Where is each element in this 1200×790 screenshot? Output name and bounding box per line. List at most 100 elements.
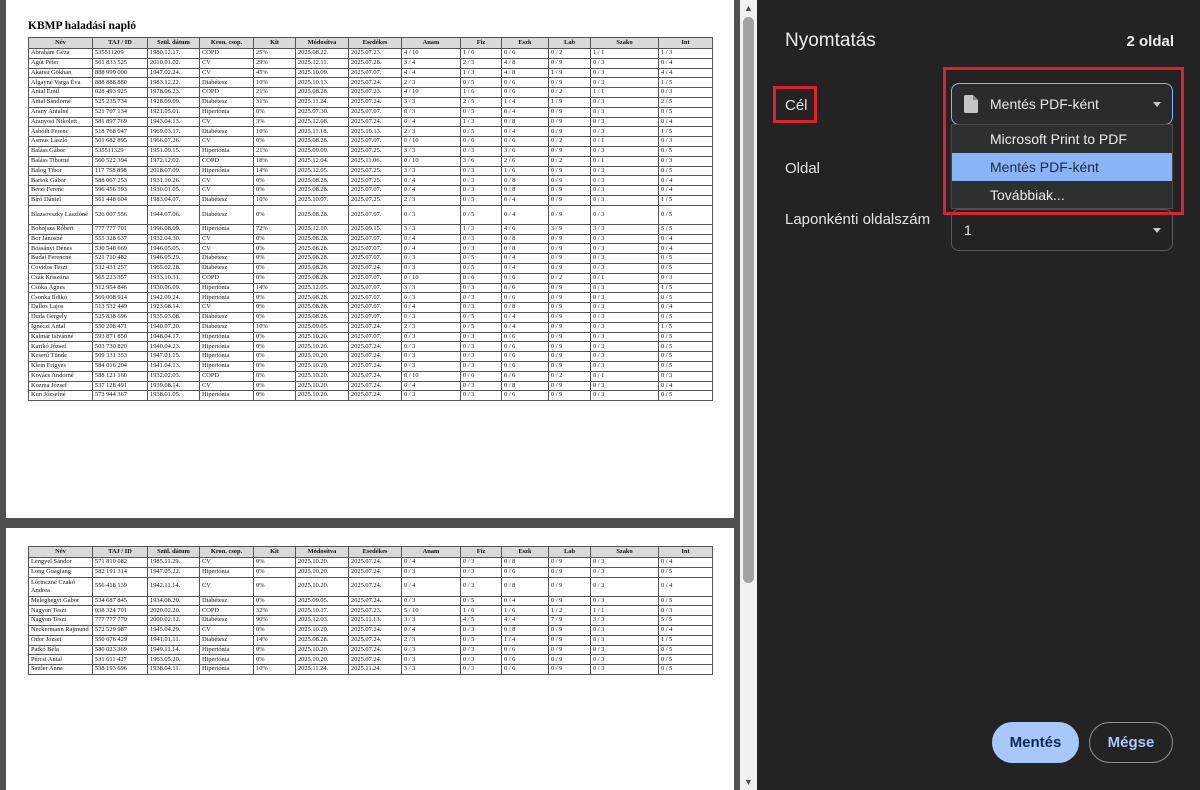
table-row: Ágút Péter 561 833 525 2010.01.02. CV 29% 202… (28, 57, 713, 69)
table-cell: Klein Frigyes (28, 360, 93, 372)
table-cell: 535511209 (92, 48, 148, 59)
table-cell: 1932.02.03. (147, 370, 200, 382)
table-cell: 1963.05.20. (147, 654, 200, 666)
table-cell: 0 / 6 (460, 136, 502, 147)
table-cell: 0 / 9 (548, 390, 591, 402)
table-cell: 2025.10.20. (295, 566, 349, 578)
table-cell: 0 / 2 (548, 155, 591, 167)
table-row: Berzi Ferenc 596 456 393 1930.01.05. CV 0% 20… (28, 185, 713, 196)
table-cell: 0% (253, 233, 296, 245)
table-cell: 2025.12.10. (295, 223, 349, 235)
table-cell: 0 / 5 (658, 292, 713, 304)
table-cell: 0% (253, 566, 296, 578)
table-cell: 1966.07.26. (147, 136, 200, 147)
table-row: Bíró Dániel 561 448 604 1983.04.07. Diabéte… (28, 194, 713, 206)
table-row: Kovács Andorné 588 121 160 1932.02.03. COPD… (28, 370, 713, 382)
table-cell: 1 / 5 (658, 77, 713, 89)
table-row: Csák Krisztina 565 223 357 1933.10.31. COPD… (28, 272, 713, 284)
table-cell: Diabétesz (199, 96, 254, 108)
table-cell: 1931.10.26. (147, 175, 200, 187)
preview-scrollbar[interactable]: ▲ ▼ (740, 0, 757, 790)
table-cell: 2025.09.09. (295, 145, 349, 157)
table-cell: 0 / 10 (401, 136, 461, 147)
table-cell: 0 / 5 (658, 165, 713, 177)
table-cell: Lengyel Sándor (28, 557, 93, 568)
table-cell: 2025.10.20. (295, 654, 349, 666)
table-cell: 0 / 3 (460, 292, 502, 304)
table-cell: Diabétesz (199, 77, 254, 89)
table-cell: Baláss Tiborné (28, 155, 93, 167)
table-cell: 0 / 9 (548, 576, 591, 597)
table-cell: 0 / 6 (501, 566, 549, 578)
table-cell: Hipertónia (199, 223, 254, 235)
table-cell: 0 / 1 (590, 155, 659, 167)
table-cell: 2025.10.20. (295, 390, 349, 402)
table-cell: 0% (253, 595, 296, 607)
table-cell: 1 / 1 (590, 48, 659, 59)
table-cell: 0% (253, 331, 296, 343)
table-cell: 0 / 9 (548, 262, 591, 274)
column-header: Név (28, 37, 93, 49)
table-cell: 1939.08.14. (147, 380, 200, 392)
table-cell: 777 777 701 (92, 223, 148, 235)
table-cell: 0 / 3 (590, 302, 659, 313)
table-cell: Diabétesz (199, 194, 254, 206)
preview-page-1: KBMP haladási napló Név TAJ / ID Szül. dát… (6, 0, 734, 518)
table-cell: 0 / 3 (590, 145, 659, 157)
table-cell: 3 / 3 (590, 223, 659, 235)
scroll-down-arrow[interactable]: ▼ (743, 778, 754, 787)
table-cell: 0 / 9 (548, 321, 591, 333)
table-cell: Aranyosi Nikolett (28, 116, 93, 128)
cancel-button[interactable]: Mégse (1089, 722, 1173, 763)
table-cell: 2025.08.28. (295, 262, 349, 274)
table-cell: Blazsovszky Lászlóné (28, 204, 93, 225)
table-cell: 582 191 314 (92, 566, 148, 578)
table-cell: 0 / 3 (460, 654, 502, 666)
scrollbar-thumb[interactable] (743, 17, 754, 583)
table-cell: 0 / 9 (548, 243, 591, 255)
table-cell: 0% (253, 624, 296, 636)
table-cell: 1921.05.01. (147, 106, 200, 118)
table-cell: 1946.05.05. (147, 243, 200, 255)
table-cell: 0 / 3 (590, 57, 659, 69)
table-cell: CV (199, 233, 254, 245)
table-cell: 0 / 5 (658, 664, 713, 675)
table-cell: 1 / 4 (501, 96, 549, 108)
table-cell: 1 / 9 (548, 96, 591, 108)
table-cell: 0 / 8 (501, 233, 549, 245)
table-cell: 0 / 3 (658, 155, 713, 167)
table-cell: 0% (253, 311, 296, 323)
table-cell: 0 / 4 (658, 576, 713, 597)
table-cell: 2025.10.20. (295, 624, 349, 636)
table-cell: 560 522 394 (92, 155, 148, 167)
table-cell: 571 810 082 (92, 557, 148, 568)
table-cell: 3 / 3 (401, 223, 461, 235)
table-cell: 0 / 3 (460, 390, 502, 402)
table-cell: 2025.08.28. (295, 292, 349, 304)
column-header: Fiz (460, 37, 502, 49)
table-cell: 0 / 3 (590, 243, 659, 255)
table-cell: 1941.04.13. (147, 360, 200, 372)
table-cell: 2025.07.07. (348, 253, 402, 264)
table-cell: 2018.07.09. (147, 165, 200, 177)
table-cell: 1 / 3 (460, 116, 502, 128)
table-cell: 0 / 9 (548, 126, 591, 138)
table-cell: 537 128 491 (92, 380, 148, 392)
table-cell: Hipertónia (199, 341, 254, 353)
table-cell: 1933.10.31. (147, 272, 200, 284)
table-cell: 2025.10.20. (295, 370, 349, 382)
table-cell: 2025.12.03. (295, 615, 349, 626)
table-cell: 0 / 3 (590, 106, 659, 118)
table-cell: 0 / 3 (460, 624, 502, 636)
scroll-up-arrow[interactable]: ▲ (743, 4, 754, 13)
table-cell: 0 / 9 (548, 644, 591, 656)
table-row: Blazsovszky Lászlóné 526 007 556 1944.07.0… (28, 204, 713, 225)
table-cell: 0 / 5 (460, 321, 502, 333)
table-cell: Csák Krisztina (28, 272, 93, 284)
save-button[interactable]: Mentés (992, 722, 1079, 763)
table-row: Ignéczi Antal 550 208 471 1940.07.20. Diabé… (28, 321, 713, 333)
table-cell: Covidos Teszt (28, 262, 93, 274)
pages-per-sheet-select[interactable]: 1 (951, 209, 1173, 251)
table-cell: 2025.07.28. (348, 57, 402, 69)
table-cell: 0 / 9 (548, 311, 591, 323)
